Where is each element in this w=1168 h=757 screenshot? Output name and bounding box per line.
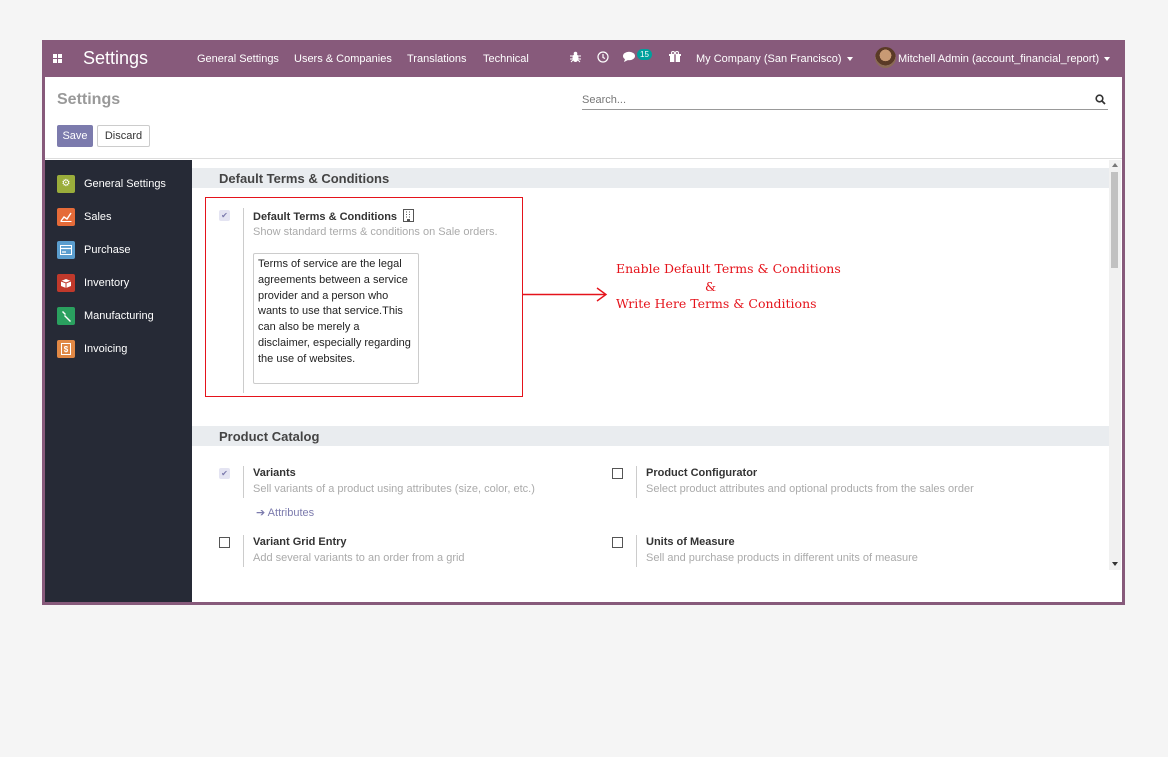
content-scrollbar[interactable] bbox=[1109, 160, 1121, 570]
app-window: Settings General Settings Users & Compan… bbox=[42, 40, 1125, 605]
section-header-terms: Default Terms & Conditions bbox=[192, 168, 1110, 188]
section-title: Default Terms & Conditions bbox=[219, 171, 390, 186]
sidebar-item-sales[interactable]: Sales bbox=[57, 208, 187, 228]
uom-title: Units of Measure bbox=[646, 536, 735, 548]
option-divider bbox=[243, 535, 244, 567]
annotation-line: & bbox=[705, 278, 717, 294]
top-navbar: Settings General Settings Users & Compan… bbox=[45, 40, 1122, 77]
sidebar-item-label: Sales bbox=[84, 211, 112, 223]
scrollbar-thumb[interactable] bbox=[1111, 172, 1118, 268]
settings-content: Default Terms & Conditions ✔ Default Ter… bbox=[192, 160, 1122, 570]
chevron-down-icon bbox=[846, 57, 853, 62]
page-title: Settings bbox=[57, 91, 121, 108]
configurator-desc: Select product attributes and optional p… bbox=[646, 483, 974, 495]
annotation-arrow-icon bbox=[522, 287, 608, 302]
discard-button[interactable]: Discard bbox=[97, 125, 150, 147]
annotation-line: Enable Default Terms & Conditions bbox=[616, 261, 841, 276]
messages-chat-icon[interactable] bbox=[623, 51, 636, 66]
terms-option-title: Default Terms & Conditions bbox=[253, 209, 415, 223]
search-input[interactable]: Search... bbox=[582, 93, 1108, 110]
settings-sidebar: ⚙ General Settings Sales Purchase Invent… bbox=[45, 160, 192, 602]
sidebar-item-label: Invoicing bbox=[84, 343, 128, 355]
app-title: Settings bbox=[83, 48, 149, 68]
user-name: Mitchell Admin (account_financial_report… bbox=[898, 53, 1100, 65]
sidebar-item-manufacturing[interactable]: Manufacturing bbox=[57, 307, 187, 327]
uom-checkbox[interactable] bbox=[612, 537, 623, 548]
menu-users-companies[interactable]: Users & Companies bbox=[294, 53, 392, 65]
scroll-up-icon[interactable] bbox=[1112, 163, 1118, 167]
sidebar-item-label: Manufacturing bbox=[84, 310, 154, 322]
annotation-line: Write Here Terms & Conditions bbox=[616, 296, 817, 311]
gift-icon[interactable] bbox=[669, 51, 681, 66]
option-divider bbox=[243, 466, 244, 498]
search-placeholder: Search... bbox=[582, 94, 627, 106]
user-avatar[interactable] bbox=[875, 47, 896, 68]
sidebar-item-invoicing[interactable]: $ Invoicing bbox=[57, 340, 187, 360]
terms-option-desc: Show standard terms & conditions on Sale… bbox=[253, 226, 498, 238]
variants-checkbox[interactable]: ✔ bbox=[219, 468, 230, 479]
menu-translations[interactable]: Translations bbox=[407, 53, 467, 65]
sidebar-item-label: General Settings bbox=[84, 178, 166, 190]
option-divider bbox=[243, 208, 244, 393]
annotation-text: Enable Default Terms & Conditions & Writ… bbox=[616, 260, 841, 313]
box-icon bbox=[57, 274, 75, 292]
grid-entry-title: Variant Grid Entry bbox=[253, 536, 347, 548]
invoice-icon: $ bbox=[57, 340, 75, 358]
company-name: My Company (San Francisco) bbox=[696, 53, 842, 65]
terms-textarea[interactable]: Terms of service are the legal agreement… bbox=[253, 253, 419, 384]
variants-title: Variants bbox=[253, 467, 296, 479]
sidebar-item-label: Purchase bbox=[84, 244, 131, 256]
wrench-icon bbox=[57, 307, 75, 325]
messages-count-badge: 15 bbox=[637, 49, 652, 60]
svg-text:$: $ bbox=[64, 345, 69, 354]
apps-menu-icon[interactable] bbox=[53, 54, 62, 63]
building-icon bbox=[403, 209, 415, 222]
scroll-down-icon[interactable] bbox=[1112, 562, 1118, 566]
chevron-down-icon bbox=[1104, 57, 1111, 62]
menu-technical[interactable]: Technical bbox=[483, 53, 529, 65]
grid-entry-checkbox[interactable] bbox=[219, 537, 230, 548]
activity-clock-icon[interactable] bbox=[597, 51, 609, 66]
variants-desc: Sell variants of a product using attribu… bbox=[253, 483, 535, 495]
configurator-title: Product Configurator bbox=[646, 467, 758, 479]
grid-entry-desc: Add several variants to an order from a … bbox=[253, 552, 465, 564]
company-switcher[interactable]: My Company (San Francisco) bbox=[696, 53, 853, 65]
terms-checkbox[interactable]: ✔ bbox=[219, 210, 230, 221]
user-menu[interactable]: Mitchell Admin (account_financial_report… bbox=[898, 53, 1111, 65]
configurator-checkbox[interactable] bbox=[612, 468, 623, 479]
uom-desc: Sell and purchase products in different … bbox=[646, 552, 918, 564]
attributes-link[interactable]: ➔ Attributes bbox=[256, 506, 314, 519]
menu-general-settings[interactable]: General Settings bbox=[197, 53, 279, 65]
chart-icon bbox=[57, 208, 75, 226]
search-icon[interactable] bbox=[1095, 94, 1106, 105]
sidebar-item-label: Inventory bbox=[84, 277, 130, 289]
control-panel: Settings Search... Save Discard bbox=[45, 77, 1122, 159]
gear-icon: ⚙ bbox=[57, 175, 75, 193]
card-icon bbox=[57, 241, 75, 259]
option-divider bbox=[636, 466, 637, 498]
sidebar-item-general-settings[interactable]: ⚙ General Settings bbox=[57, 175, 187, 195]
arrow-right-icon: ➔ bbox=[256, 507, 266, 519]
sidebar-item-inventory[interactable]: Inventory bbox=[57, 274, 187, 294]
section-title: Product Catalog bbox=[219, 429, 320, 444]
sidebar-item-purchase[interactable]: Purchase bbox=[57, 241, 187, 261]
option-divider bbox=[636, 535, 637, 567]
section-header-catalog: Product Catalog bbox=[192, 426, 1110, 446]
debug-bug-icon[interactable] bbox=[570, 51, 581, 66]
save-button[interactable]: Save bbox=[57, 125, 93, 147]
